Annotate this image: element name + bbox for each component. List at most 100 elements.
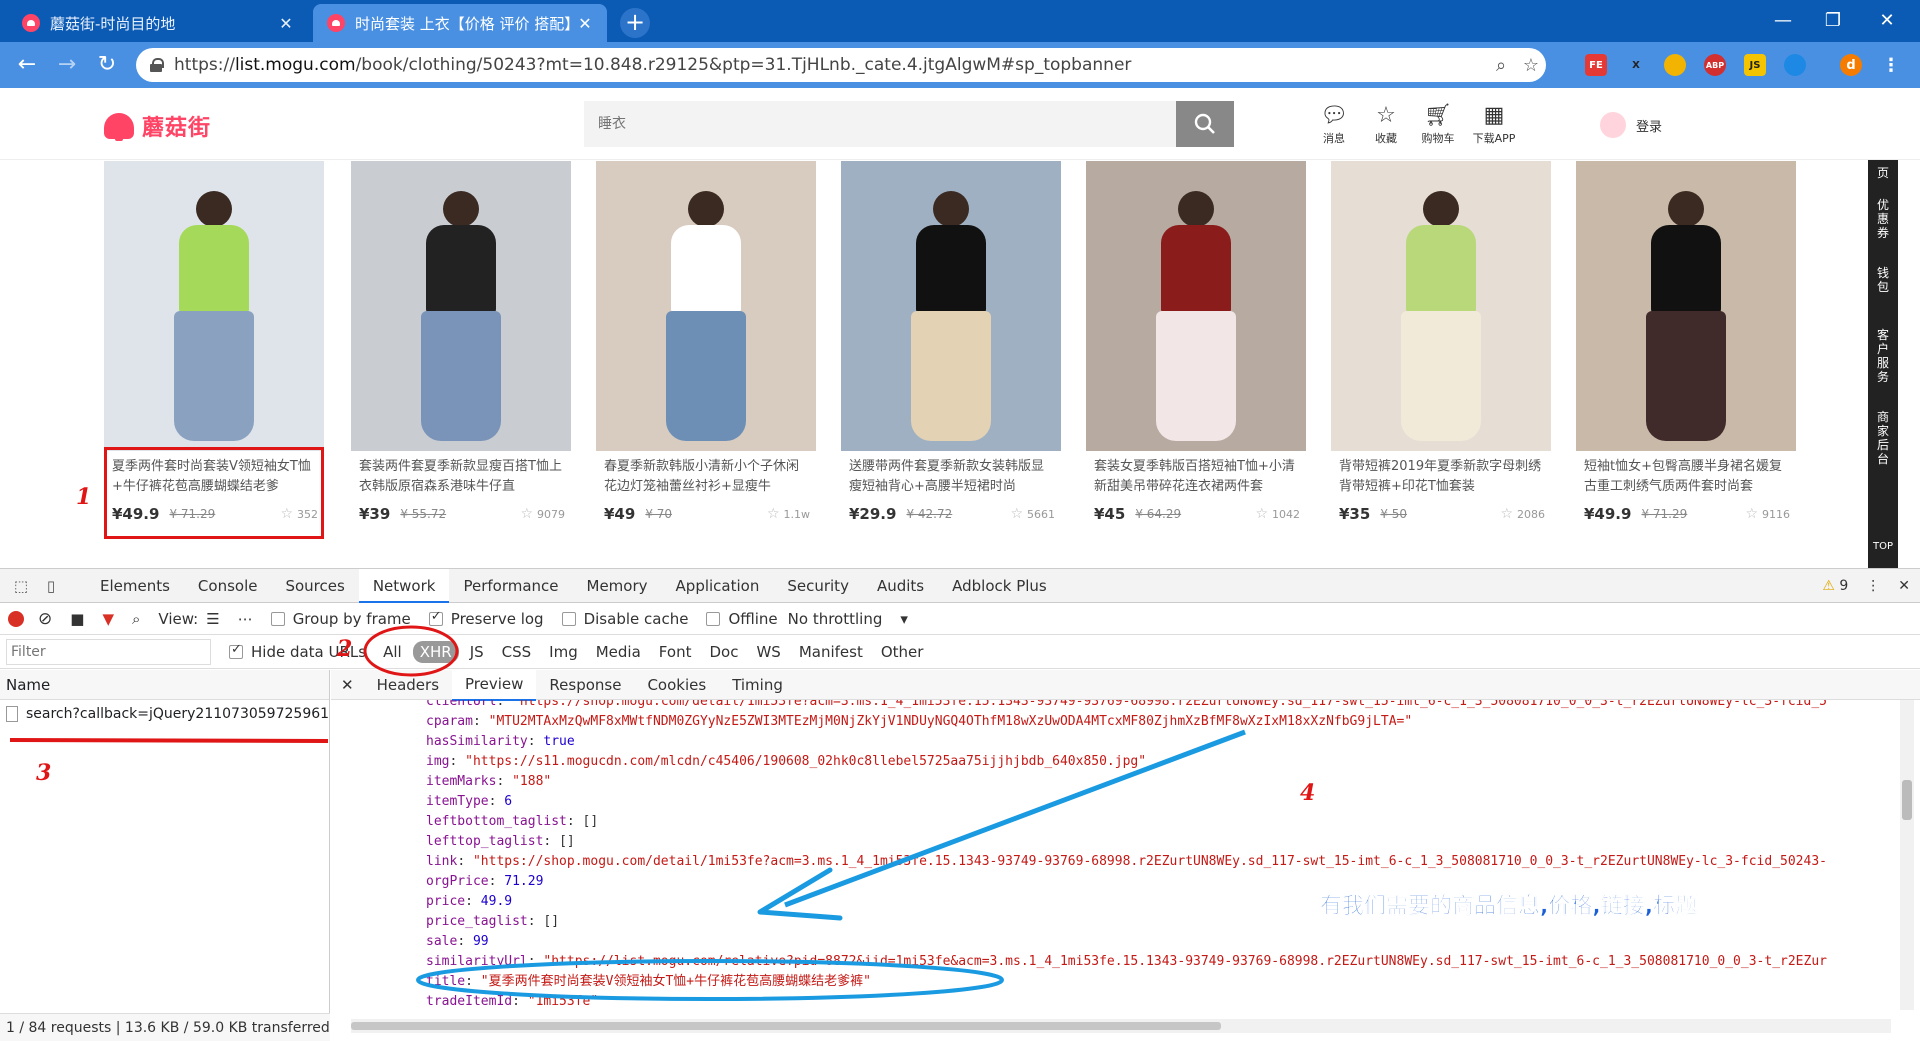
horizontal-scrollbar[interactable] — [351, 1019, 1891, 1033]
js-extension-icon[interactable]: JS — [1744, 54, 1766, 76]
device-toolbar-icon[interactable]: ▯ — [36, 577, 66, 595]
back-arrow-icon[interactable]: ← — [12, 50, 42, 80]
preview-property-row[interactable]: title: "夏季两件套时尚套装V领短袖女T恤+牛仔裤花苞高腰蝴蝶结老爹裤" — [331, 972, 1891, 992]
sidebar-item-coupons[interactable]: 优惠券 — [1876, 192, 1890, 246]
product-title[interactable]: 夏季两件套时尚套装V领短袖女T恤+牛仔裤花苞高腰蝴蝶结老爹 — [112, 457, 318, 497]
screenshot-icon[interactable]: ■ — [70, 610, 84, 628]
browser-tab-mogu-home[interactable]: 蘑菇街-时尚目的地 ✕ — [8, 4, 308, 42]
product-image[interactable] — [104, 161, 324, 451]
preserve-log-checkbox[interactable]: Preserve log — [428, 609, 544, 628]
sidebar-item-wallet[interactable]: 钱包 — [1876, 260, 1890, 300]
header-cart[interactable]: 🛒︎ 购物车 — [1414, 104, 1462, 146]
product-title[interactable]: 短袖t恤女+包臀高腰半身裙名媛复古重工刺绣气质两件套时尚套 — [1584, 457, 1790, 497]
preview-property-row[interactable]: hasSimilarity: true — [331, 732, 1891, 752]
filter-type-xhr[interactable]: XHR — [412, 640, 459, 663]
tab-performance[interactable]: Performance — [449, 569, 572, 603]
globe-extension-icon[interactable] — [1784, 54, 1806, 76]
product-favorites[interactable]: ☆ 9079 — [520, 506, 565, 522]
filter-input[interactable] — [6, 638, 211, 665]
throttling-select[interactable]: No throttling ▾ — [788, 610, 908, 628]
name-column-header[interactable]: Name — [0, 670, 329, 700]
preview-property-row[interactable]: similarityUrl: "https://list.mogu.com/re… — [331, 952, 1891, 972]
filter-type-img[interactable]: Img — [542, 641, 585, 663]
bookmark-star-icon[interactable]: ☆ — [1516, 55, 1546, 76]
header-favorites[interactable]: ☆ 收藏 — [1362, 104, 1410, 146]
filter-type-js[interactable]: JS — [463, 641, 491, 663]
product-favorites[interactable]: ☆ 1.1w — [767, 506, 810, 522]
zoom-icon[interactable]: ⌕ — [1486, 55, 1516, 76]
vertical-scrollbar[interactable] — [1900, 700, 1914, 1010]
filter-icon[interactable]: ▼ — [102, 610, 114, 628]
product-card[interactable]: 夏季两件套时尚套装V领短袖女T恤+牛仔裤花苞高腰蝴蝶结老爹 ¥49.9 ¥ 71.2… — [104, 161, 324, 529]
product-card[interactable]: 送腰带两件套夏季新款女装韩版显瘦短袖背心+高腰半短裙时尚 ¥29.9 ¥ 42.72… — [841, 161, 1061, 529]
devtools-close-icon[interactable]: ✕ — [1898, 578, 1910, 594]
product-favorites[interactable]: ☆ 1042 — [1255, 506, 1300, 522]
reload-icon[interactable]: ↻ — [92, 50, 122, 80]
adblock-plus-icon[interactable]: ABP — [1704, 54, 1726, 76]
filter-type-all[interactable]: All — [376, 641, 409, 663]
x-extension-icon[interactable]: X — [1625, 54, 1647, 76]
minimize-icon[interactable]: — — [1760, 6, 1806, 36]
sidebar-item-merchant[interactable]: 商家后台 — [1876, 404, 1890, 472]
warning-count[interactable]: ⚠ 9 — [1822, 578, 1848, 594]
header-messages[interactable]: 💬︎ 消息 — [1310, 104, 1358, 146]
product-image[interactable] — [596, 161, 816, 451]
forward-arrow-icon[interactable]: → — [52, 50, 82, 80]
product-favorites[interactable]: ☆ 2086 — [1500, 506, 1545, 522]
preview-property-row[interactable]: cparam: "MTU2MTAxMzQwMF8xMWtfNDM0ZGYyNzE… — [331, 712, 1891, 732]
filter-type-doc[interactable]: Doc — [702, 641, 745, 663]
tab-console[interactable]: Console — [184, 569, 272, 603]
detail-tab-cookies[interactable]: Cookies — [634, 670, 719, 700]
product-image[interactable] — [1331, 161, 1551, 451]
close-icon[interactable]: ✕ — [331, 670, 364, 700]
filter-type-css[interactable]: CSS — [495, 641, 539, 663]
product-favorites[interactable]: ☆ 9116 — [1745, 506, 1790, 522]
product-card[interactable]: 套装两件套夏季新款显瘦百搭T恤上衣韩版原宿森系港味牛仔直 ¥39 ¥ 55.72 ☆ 9… — [351, 161, 571, 529]
sidebar-item-page[interactable]: 页 — [1868, 160, 1898, 186]
maximize-icon[interactable]: ❐ — [1810, 6, 1856, 36]
browser-tab-clothing[interactable]: 时尚套装 上衣【价格 评价 搭配】 ✕ — [313, 4, 607, 42]
product-card[interactable]: 背带短裤2019年夏季新款字母刺绣背带短裤+印花T恤套装 ¥35 ¥ 50 ☆ 2086 — [1331, 161, 1551, 529]
profile-avatar[interactable]: d — [1840, 54, 1862, 76]
tab-memory[interactable]: Memory — [573, 569, 662, 603]
product-image[interactable] — [1086, 161, 1306, 451]
product-favorites[interactable]: ☆ 5661 — [1010, 506, 1055, 522]
tab-audits[interactable]: Audits — [863, 569, 938, 603]
detail-tab-timing[interactable]: Timing — [719, 670, 796, 700]
product-image[interactable] — [1576, 161, 1796, 451]
large-rows-icon[interactable]: ☰ — [206, 610, 219, 628]
preview-property-row[interactable]: itemType: 6 — [331, 792, 1891, 812]
inspect-element-icon[interactable]: ⬚ — [6, 577, 36, 595]
preview-property-row[interactable]: link: "https://shop.mogu.com/detail/1mi5… — [331, 852, 1891, 872]
product-title[interactable]: 套装两件套夏季新款显瘦百搭T恤上衣韩版原宿森系港味牛仔直 — [359, 457, 565, 497]
sidebar-item-customer-service[interactable]: 客户服务 — [1876, 322, 1890, 390]
close-icon[interactable]: ✕ — [276, 14, 296, 33]
site-logo[interactable]: 蘑菇街 — [104, 110, 211, 142]
offline-checkbox[interactable]: Offline — [706, 610, 778, 628]
url-text[interactable]: https://list.mogu.com/book/clothing/5024… — [174, 55, 1486, 75]
preview-property-row[interactable]: leftbottom_taglist: [] — [331, 812, 1891, 832]
filter-type-manifest[interactable]: Manifest — [792, 641, 870, 663]
detail-tab-response[interactable]: Response — [536, 670, 634, 700]
tab-network[interactable]: Network — [358, 568, 450, 603]
search-button[interactable] — [1176, 101, 1234, 147]
product-card[interactable]: 短袖t恤女+包臀高腰半身裙名媛复古重工刺绣气质两件套时尚套 ¥49.9 ¥ 71.2… — [1576, 161, 1796, 529]
tab-sources[interactable]: Sources — [271, 569, 358, 603]
request-row[interactable]: search?callback=jQuery211073059725961... — [0, 700, 329, 728]
product-title[interactable]: 背带短裤2019年夏季新款字母刺绣背带短裤+印花T恤套装 — [1339, 457, 1545, 497]
disable-cache-checkbox[interactable]: Disable cache — [561, 610, 688, 628]
detail-tab-preview[interactable]: Preview — [452, 668, 537, 701]
filter-type-other[interactable]: Other — [874, 641, 931, 663]
fehelper-extension-icon[interactable]: FE — [1585, 54, 1607, 76]
search-icon[interactable]: ⌕ — [132, 610, 140, 628]
filter-type-media[interactable]: Media — [589, 641, 648, 663]
product-card[interactable]: 套装女夏季韩版百搭短袖T恤+小清新甜美吊带碎花连衣裙两件套 ¥45 ¥ 64.29 ☆… — [1086, 161, 1306, 529]
filter-type-ws[interactable]: WS — [749, 641, 787, 663]
overview-icon[interactable]: ⋯ — [238, 610, 253, 628]
close-icon[interactable]: ✕ — [575, 14, 595, 33]
preview-property-row[interactable]: clientUrl: "https://shop.mogu.com/detail… — [331, 700, 1891, 712]
preview-property-row[interactable]: lefttop_taglist: [] — [331, 832, 1891, 852]
scroll-thumb[interactable] — [1902, 780, 1912, 820]
tab-application[interactable]: Application — [662, 569, 774, 603]
preview-property-row[interactable]: sale: 99 — [331, 932, 1891, 952]
